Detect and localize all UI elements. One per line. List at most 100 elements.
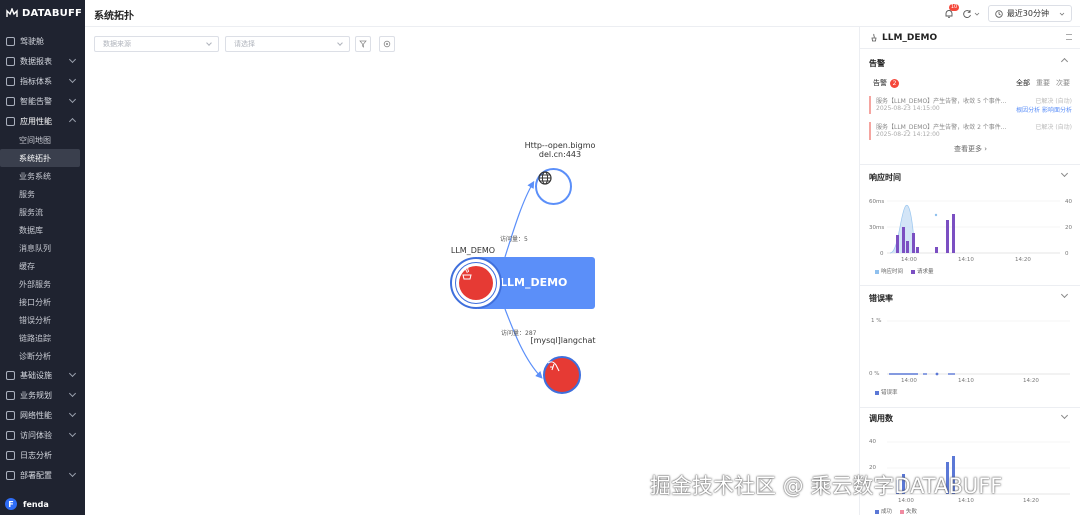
sidebar-item-label: 智能告警 bbox=[20, 96, 52, 106]
legend-label: 成功 bbox=[881, 509, 893, 515]
mysql-database-node[interactable] bbox=[543, 356, 581, 394]
alert-item[interactable]: 服务【LLM_DEMO】产生告警，收敛 2 个事件... 2025-08-22 … bbox=[869, 122, 1072, 140]
globe-icon bbox=[538, 171, 552, 185]
sidebar-item-alerts[interactable]: 智能告警 bbox=[0, 91, 85, 111]
x-tick: 14:10 bbox=[958, 257, 974, 263]
sidebar-sub-database[interactable]: 数据库 bbox=[0, 221, 85, 239]
center-service-node[interactable]: LLM_DEMO bbox=[450, 257, 595, 309]
option-placeholder: 请选择 bbox=[234, 40, 255, 48]
center-node-label: LLM_DEMO bbox=[450, 246, 496, 255]
http-label-line1: Http--open.bigmo bbox=[524, 141, 596, 150]
view-more-link[interactable]: 查看更多 › bbox=[954, 144, 987, 154]
option-select[interactable]: 请选择 bbox=[225, 36, 350, 52]
legend-swatch bbox=[875, 390, 879, 395]
divider bbox=[860, 285, 1080, 286]
time-range-value: 最近30分钟 bbox=[1006, 9, 1049, 18]
chevron-down-icon[interactable] bbox=[1060, 169, 1069, 178]
x-tick: 14:00 bbox=[901, 378, 917, 384]
sidebar-item-apm[interactable]: 应用性能 bbox=[0, 111, 85, 131]
dashboard-icon bbox=[6, 36, 15, 46]
chevron-down-icon bbox=[68, 469, 77, 478]
legend-item[interactable]: 失败 bbox=[900, 507, 917, 515]
sidebar-item-network[interactable]: 网络性能 bbox=[0, 405, 85, 425]
x-tick: 14:20 bbox=[1015, 257, 1031, 263]
bar bbox=[902, 227, 905, 253]
log-icon bbox=[6, 450, 15, 460]
alerts-tab[interactable]: 告警 2 bbox=[873, 78, 899, 88]
clock-icon bbox=[995, 9, 1003, 18]
x-tick: 14:20 bbox=[1023, 378, 1039, 384]
mysql-icon bbox=[547, 361, 560, 372]
menu-icon[interactable] bbox=[1066, 34, 1072, 40]
chevron-down-icon[interactable] bbox=[1060, 290, 1069, 299]
sidebar-item-label: 访问体验 bbox=[20, 430, 52, 440]
point bbox=[934, 213, 938, 217]
alert-time: 2025-08-22 14:12:00 bbox=[876, 131, 940, 138]
alert-filter-major[interactable]: 重要 bbox=[1036, 78, 1050, 88]
alert-status: 已解决 (自动) bbox=[1035, 98, 1072, 105]
user-name: fenda bbox=[23, 499, 49, 509]
sidebar-item-label: 驾驶舱 bbox=[20, 36, 44, 46]
datasource-select[interactable]: 数据来源 bbox=[94, 36, 219, 52]
sidebar-item-infra[interactable]: 基础设施 bbox=[0, 365, 85, 385]
settings-button[interactable] bbox=[379, 36, 395, 52]
sidebar-sub-diagnosis[interactable]: 诊断分析 bbox=[0, 347, 85, 365]
alert-status: 已解决 (自动) bbox=[1035, 124, 1072, 131]
sidebar-item-reports[interactable]: 数据报表 bbox=[0, 51, 85, 71]
sidebar-sub-service[interactable]: 服务 bbox=[0, 185, 85, 203]
top-header: 系统拓扑 10 最近30分钟 bbox=[85, 0, 1080, 27]
chevron-down-icon[interactable] bbox=[1060, 411, 1069, 420]
legend-item[interactable]: 成功 bbox=[875, 507, 892, 515]
filter-toggle-button[interactable] bbox=[355, 36, 371, 52]
legend-label: 错误率 bbox=[881, 390, 898, 396]
java-icon bbox=[871, 33, 877, 42]
sidebar-sub-cache[interactable]: 缓存 bbox=[0, 257, 85, 275]
topology-canvas[interactable]: 访问量：5 访问量：287 Http--open.bigmo del.cn:44… bbox=[85, 55, 859, 515]
legend-item[interactable]: 错误率 bbox=[875, 388, 898, 396]
time-range-select[interactable]: 最近30分钟 bbox=[987, 5, 1072, 22]
legend-item[interactable]: 请求量 bbox=[911, 267, 934, 275]
chevron-up-icon[interactable] bbox=[1060, 57, 1069, 66]
sidebar-item-logs[interactable]: 日志分析 bbox=[0, 445, 85, 465]
user-profile[interactable]: F fenda bbox=[0, 493, 85, 515]
sidebar-sub-external[interactable]: 外部服务 bbox=[0, 275, 85, 293]
alerts-tab-label: 告警 bbox=[873, 79, 887, 87]
sidebar-item-metrics[interactable]: 指标体系 bbox=[0, 71, 85, 91]
http-service-node[interactable] bbox=[535, 168, 572, 205]
calls-legend: 成功 失败 bbox=[875, 507, 917, 515]
alert-actions[interactable]: 根因分析 影响面分析 bbox=[1016, 105, 1072, 114]
sidebar-item-experience[interactable]: 访问体验 bbox=[0, 425, 85, 445]
sidebar-item-label: 业务规划 bbox=[20, 390, 52, 400]
alert-filter-minor[interactable]: 次要 bbox=[1056, 78, 1070, 88]
gear-icon bbox=[383, 40, 391, 48]
legend-label: 响应时间 bbox=[881, 269, 904, 275]
sidebar-sub-space-map[interactable]: 空间地图 bbox=[0, 131, 85, 149]
sidebar-item-business-plan[interactable]: 业务规划 bbox=[0, 385, 85, 405]
http-node-label: Http--open.bigmo del.cn:443 bbox=[505, 141, 615, 159]
sidebar-sub-service-flow[interactable]: 服务流 bbox=[0, 203, 85, 221]
sidebar-sub-mq[interactable]: 消息队列 bbox=[0, 239, 85, 257]
refresh-control[interactable] bbox=[962, 9, 980, 19]
alert-item[interactable]: 服务【LLM_DEMO】产生告警，收敛 5 个事件... 2025-08-23 … bbox=[869, 96, 1072, 114]
notification-bell[interactable]: 10 bbox=[944, 3, 960, 19]
sidebar-sub-topology[interactable]: 系统拓扑 bbox=[0, 149, 80, 167]
alert-filter-all[interactable]: 全部 bbox=[1016, 78, 1030, 88]
refresh-icon bbox=[963, 9, 971, 18]
sidebar-item-label: 指标体系 bbox=[20, 76, 52, 86]
bar bbox=[952, 214, 955, 253]
sidebar-sub-trace[interactable]: 链路追踪 bbox=[0, 329, 85, 347]
edge-to-http bbox=[504, 180, 535, 258]
alert-filter-tabs: 全部 重要 次要 bbox=[1016, 78, 1070, 88]
brand-name: DATABUFF bbox=[22, 7, 83, 19]
sidebar-item-deploy[interactable]: 部署配置 bbox=[0, 465, 85, 485]
chevron-down-icon bbox=[974, 12, 980, 16]
sidebar-item-cockpit[interactable]: 驾驶舱 bbox=[0, 31, 85, 51]
avatar: F bbox=[5, 498, 17, 510]
sidebar-sub-business[interactable]: 业务系统 bbox=[0, 167, 85, 185]
brand-logo[interactable]: DATABUFF bbox=[0, 0, 85, 26]
sidebar-sub-error[interactable]: 错误分析 bbox=[0, 311, 85, 329]
sidebar-sub-api[interactable]: 接口分析 bbox=[0, 293, 85, 311]
bar bbox=[912, 233, 915, 253]
legend-item[interactable]: 响应时间 bbox=[875, 267, 903, 275]
mysql-node-label: [mysql]langchat bbox=[530, 336, 596, 345]
